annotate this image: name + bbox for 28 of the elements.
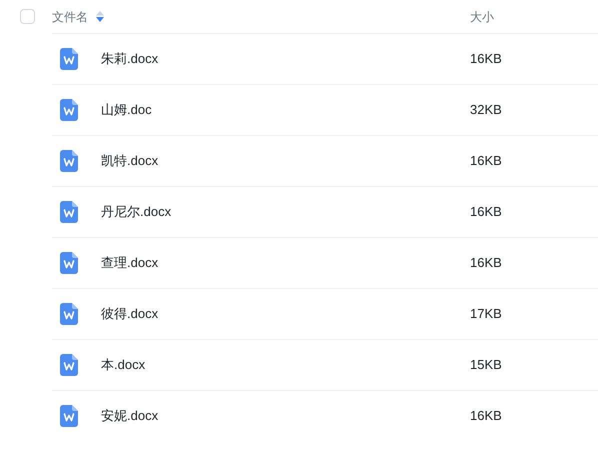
file-name[interactable]: 彼得.docx <box>101 304 470 324</box>
file-size: 16KB <box>470 407 502 426</box>
file-name[interactable]: 山姆.doc <box>101 100 470 120</box>
file-name[interactable]: 查理.docx <box>101 253 470 273</box>
file-name[interactable]: 朱莉.docx <box>101 49 470 69</box>
file-size: 17KB <box>470 305 502 324</box>
file-size: 16KB <box>470 254 502 272</box>
file-size: 15KB <box>470 356 502 374</box>
word-document-icon <box>60 405 78 427</box>
word-document-icon <box>60 201 78 223</box>
column-header: 大小 <box>470 8 494 26</box>
file-size: 16KB <box>470 152 502 170</box>
file-name[interactable]: 丹尼尔.docx <box>101 202 470 222</box>
word-document-icon <box>60 99 78 121</box>
word-document-icon <box>60 354 78 376</box>
word-document-icon <box>60 303 78 325</box>
file-size: 16KB <box>470 50 502 68</box>
word-document-icon <box>60 48 78 70</box>
file-name[interactable]: 本.docx <box>101 355 470 375</box>
file-name[interactable]: 安妮.docx <box>101 406 470 426</box>
word-document-icon <box>60 252 78 274</box>
sort-icon[interactable] <box>96 11 104 22</box>
file-size: 32KB <box>470 101 502 120</box>
word-document-icon <box>60 150 78 172</box>
file-size: 16KB <box>470 203 502 222</box>
select-all-checkbox[interactable] <box>20 9 34 24</box>
column-header: 文件名 <box>52 8 88 26</box>
file-name[interactable]: 凯特.docx <box>101 151 470 171</box>
